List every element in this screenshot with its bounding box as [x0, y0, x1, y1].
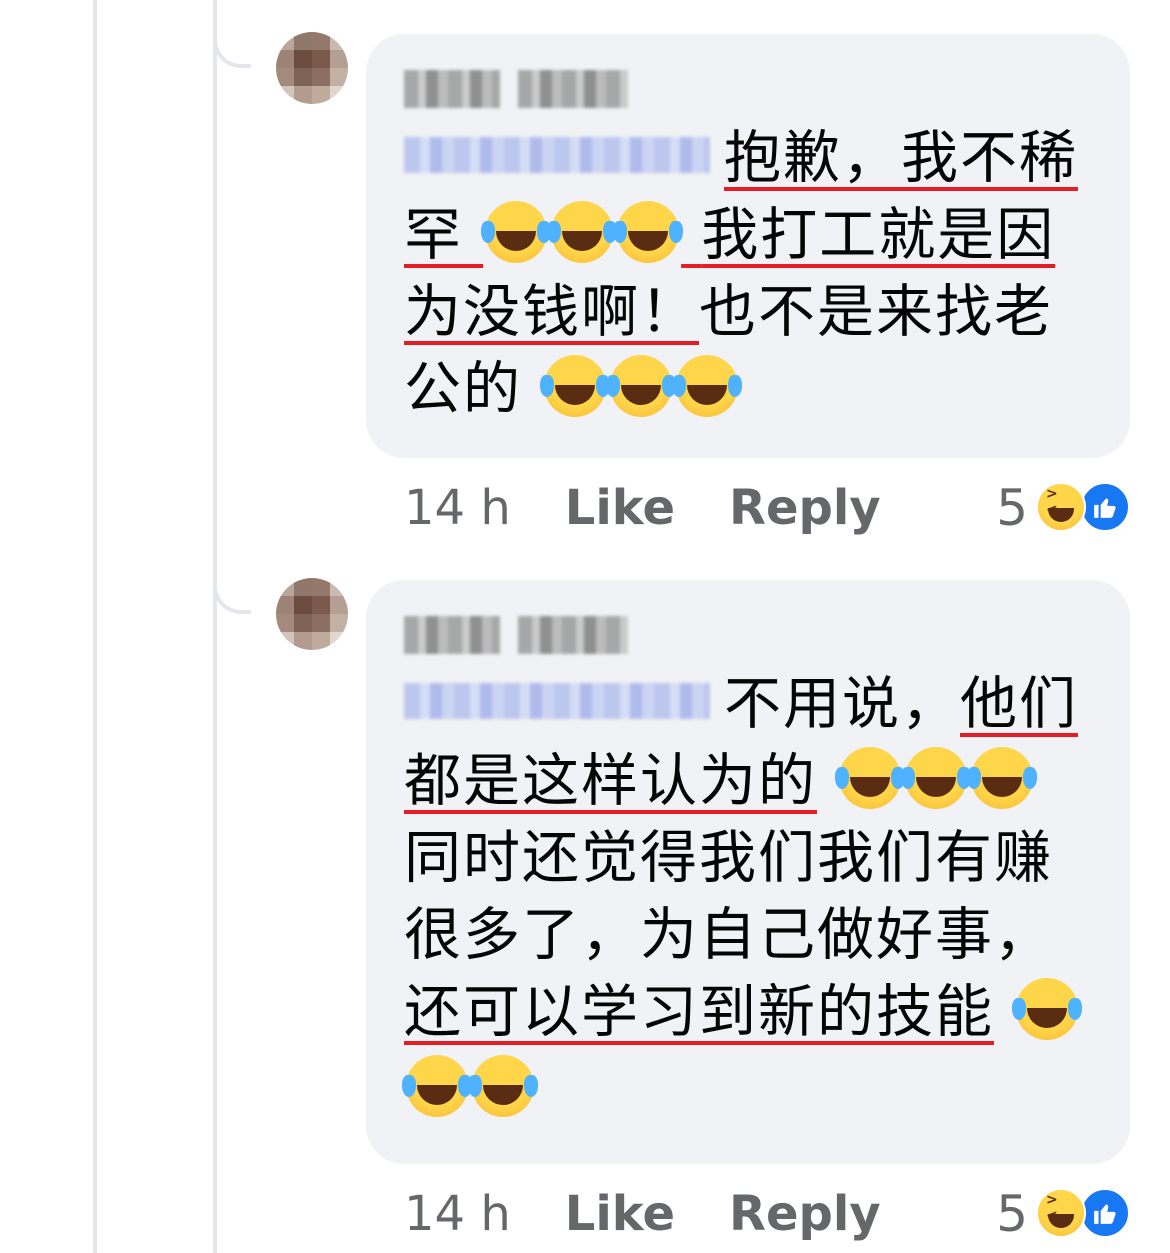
tagged-user-blurred[interactable] — [404, 137, 710, 174]
comment-text: 抱歉，我不稀 罕 我打工就是因 为没钱啊！也不是来找老 公的 — [404, 125, 1078, 422]
face-with-tears-of-joy-icon — [835, 747, 902, 810]
haha-reaction-icon — [1036, 1188, 1086, 1238]
face-with-tears-of-joy-icon — [901, 747, 968, 810]
reply-button[interactable]: Reply — [729, 480, 881, 536]
comment-text: 不用说，他们 都是这样认为的 同时还觉得我们我们有赚 很多了，为自己做好事， 还… — [402, 666, 1094, 1128]
like-reaction-icon — [1080, 482, 1130, 532]
reaction-count[interactable]: 5 — [996, 1185, 1028, 1243]
face-with-tears-of-joy-icon — [468, 1055, 534, 1118]
commenter-name-blurred[interactable] — [404, 610, 1094, 660]
timestamp[interactable]: 14 h — [404, 480, 511, 536]
face-with-tears-of-joy-icon — [606, 355, 673, 418]
timestamp[interactable]: 14 h — [404, 1186, 511, 1242]
haha-reaction-icon — [1036, 482, 1086, 532]
thread-line-outer — [93, 0, 97, 1253]
avatar[interactable] — [276, 578, 348, 650]
avatar[interactable] — [276, 32, 348, 104]
like-reaction-icon — [1080, 1188, 1130, 1238]
face-with-tears-of-joy-icon — [613, 201, 680, 264]
face-with-tears-of-joy-icon — [672, 355, 739, 418]
comment-actions: 14 h Like Reply 5 — [404, 478, 1134, 538]
face-with-tears-of-joy-icon — [481, 201, 548, 264]
like-button[interactable]: Like — [565, 480, 675, 536]
reply-button[interactable]: Reply — [729, 1186, 881, 1242]
face-with-tears-of-joy-icon — [402, 1055, 468, 1118]
face-with-tears-of-joy-icon — [547, 201, 614, 264]
comment-bubble: 抱歉，我不稀 罕 我打工就是因 为没钱啊！也不是来找老 公的 — [366, 34, 1130, 458]
comment-actions: 14 h Like Reply 5 — [404, 1184, 1134, 1244]
reaction-count[interactable]: 5 — [996, 479, 1028, 537]
reply-connector — [213, 30, 251, 68]
reactions[interactable] — [1036, 1188, 1134, 1240]
like-button[interactable]: Like — [565, 1186, 675, 1242]
comment-bubble: 不用说，他们 都是这样认为的 同时还觉得我们我们有赚 很多了，为自己做好事， 还… — [366, 580, 1130, 1164]
reactions[interactable] — [1036, 482, 1134, 534]
face-with-tears-of-joy-icon — [1012, 978, 1079, 1041]
face-with-tears-of-joy-icon — [967, 747, 1034, 810]
tagged-user-blurred[interactable] — [404, 683, 710, 720]
face-with-tears-of-joy-icon — [540, 355, 607, 418]
commenter-name-blurred[interactable] — [404, 64, 1094, 114]
thread-line-inner — [213, 0, 217, 1253]
reply-connector — [213, 576, 251, 614]
